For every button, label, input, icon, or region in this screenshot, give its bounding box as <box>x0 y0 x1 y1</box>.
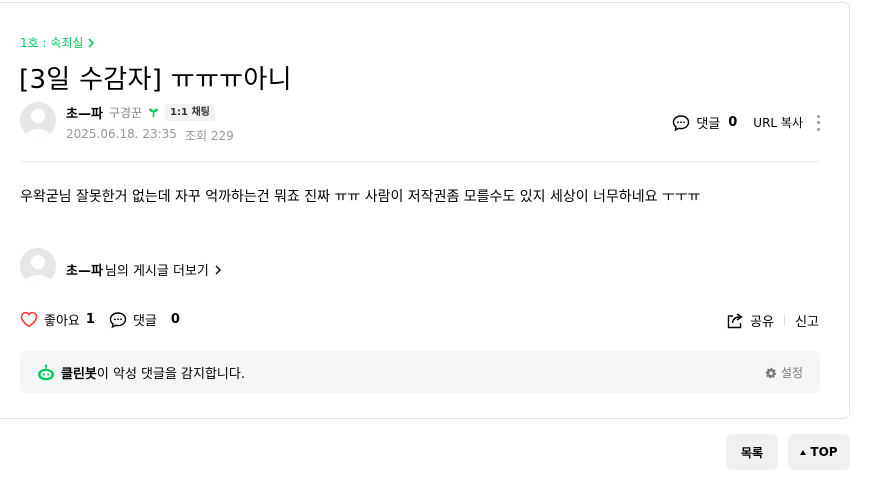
comment-icon <box>673 114 690 131</box>
more-vertical-icon[interactable] <box>817 114 821 131</box>
post-views: 조회 229 <box>184 129 234 143</box>
author-rank: 구경꾼 <box>108 106 143 120</box>
author-nickname[interactable]: 초—파 <box>66 103 103 122</box>
post-body: 우왁굳님 잘못한거 없는데 자꾸 억까하는건 뭐죠 진짜 ㅠㅠ 사람이 저작권좀… <box>20 189 701 205</box>
report-button[interactable]: 신고 <box>795 311 819 330</box>
like-button[interactable]: 좋아요 1 <box>20 310 95 329</box>
header-comment-button[interactable]: 댓글 0 <box>672 113 737 132</box>
cleanbot-notice: 클린봇 이 악성 댓글을 감지합니다. <box>37 363 245 382</box>
like-label: 좋아요 <box>44 314 80 329</box>
gear-icon <box>765 367 777 378</box>
reactions-bar: 좋아요 1 댓글 0 <box>20 310 180 329</box>
post-title: [3일 수감자] ㅠㅠㅠ아니 <box>19 65 292 95</box>
sprout-icon <box>149 108 159 117</box>
default-avatar-icon <box>20 102 56 138</box>
share-icon <box>727 313 743 329</box>
heart-icon <box>20 311 38 328</box>
share-label: 공유 <box>750 315 775 330</box>
cleanbot-name: 클린봇 <box>61 367 97 382</box>
post-meta: 2025.06.18. 23:35 조회 229 <box>66 127 234 144</box>
chevron-right-icon <box>88 37 95 48</box>
board-link[interactable]: 1호 : 속죄실 <box>20 34 95 51</box>
author-avatar[interactable] <box>20 102 56 138</box>
header-divider <box>20 161 820 162</box>
chat-badge-button[interactable]: 1:1 채팅 <box>165 104 215 121</box>
comment-count: 0 <box>170 312 180 327</box>
author-info: 초—파 구경꾼 1:1 채팅 <box>66 103 215 122</box>
comment-icon <box>109 311 127 328</box>
chevron-right-icon <box>215 265 221 274</box>
list-button[interactable]: 목록 <box>726 434 778 470</box>
cleanbot-message: 이 악성 댓글을 감지합니다. <box>96 367 245 382</box>
header-comment-label: 댓글 <box>696 117 721 132</box>
share-separator <box>784 315 786 326</box>
more-posts-avatar[interactable] <box>20 248 56 284</box>
more-posts-nickname: 초—파 <box>66 264 103 279</box>
share-button[interactable]: 공유 <box>726 311 774 330</box>
header-comment-count: 0 <box>728 115 738 130</box>
top-button[interactable]: TOP <box>788 434 850 470</box>
triangle-up-icon <box>800 449 807 455</box>
top-button-label: TOP <box>810 445 838 459</box>
post-card: 1호 : 속죄실 [3일 수감자] ㅠㅠㅠ아니 초—파 구경꾼 1:1 채팅 2… <box>0 2 850 419</box>
comment-label: 댓글 <box>132 314 157 329</box>
url-copy-button[interactable]: URL 복사 <box>753 114 803 131</box>
more-posts-link[interactable]: 초—파 님의 게시글 더보기 <box>66 260 222 279</box>
share-area: 공유 신고 <box>726 311 819 330</box>
like-count: 1 <box>85 312 95 327</box>
board-link-label: 1호 : 속죄실 <box>20 36 84 50</box>
cleanbot-icon <box>38 364 54 380</box>
comment-button[interactable]: 댓글 0 <box>109 310 180 329</box>
cleanbot-settings-button[interactable]: 설정 <box>765 364 803 381</box>
list-button-label: 목록 <box>740 445 764 460</box>
post-date: 2025.06.18. 23:35 <box>66 127 177 141</box>
header-tools: 댓글 0 URL 복사 <box>672 113 821 132</box>
cleanbot-panel: 클린봇 이 악성 댓글을 감지합니다. 설정 <box>20 351 820 393</box>
more-posts-label: 님의 게시글 더보기 <box>104 264 209 279</box>
cleanbot-settings-label: 설정 <box>780 366 803 380</box>
default-avatar-icon <box>20 248 56 284</box>
